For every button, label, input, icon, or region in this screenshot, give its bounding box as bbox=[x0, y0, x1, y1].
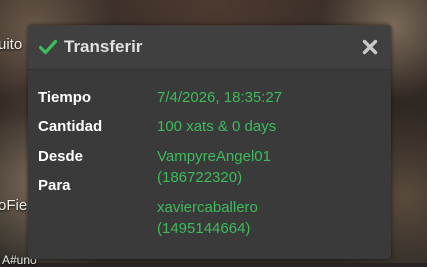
para-id: (1495144664) bbox=[157, 220, 251, 237]
desde-label: Desde bbox=[38, 148, 84, 165]
desde-id: (186722320) bbox=[157, 169, 243, 186]
close-icon[interactable] bbox=[362, 39, 378, 55]
dialog-title: Transferir bbox=[64, 37, 143, 56]
tiempo-label: Tiempo bbox=[38, 89, 92, 106]
background-text-top: uito bbox=[0, 36, 23, 53]
background-text-mid: oFie bbox=[0, 197, 28, 214]
desde-name: VampyreAngel01 bbox=[157, 148, 271, 165]
tiempo-value: 7/4/2026, 18:35:27 bbox=[157, 89, 283, 106]
dialog-header: Transferir bbox=[28, 25, 391, 70]
transfer-dialog: Transferir Tiempo 7/4/2026, 18:35:27 Can… bbox=[28, 25, 391, 259]
cantidad-value: 100 xats & 0 days bbox=[157, 118, 277, 135]
cantidad-label: Cantidad bbox=[38, 118, 103, 135]
para-name: xaviercaballero bbox=[157, 199, 258, 216]
para-label: Para bbox=[38, 177, 71, 194]
check-icon bbox=[39, 39, 57, 55]
